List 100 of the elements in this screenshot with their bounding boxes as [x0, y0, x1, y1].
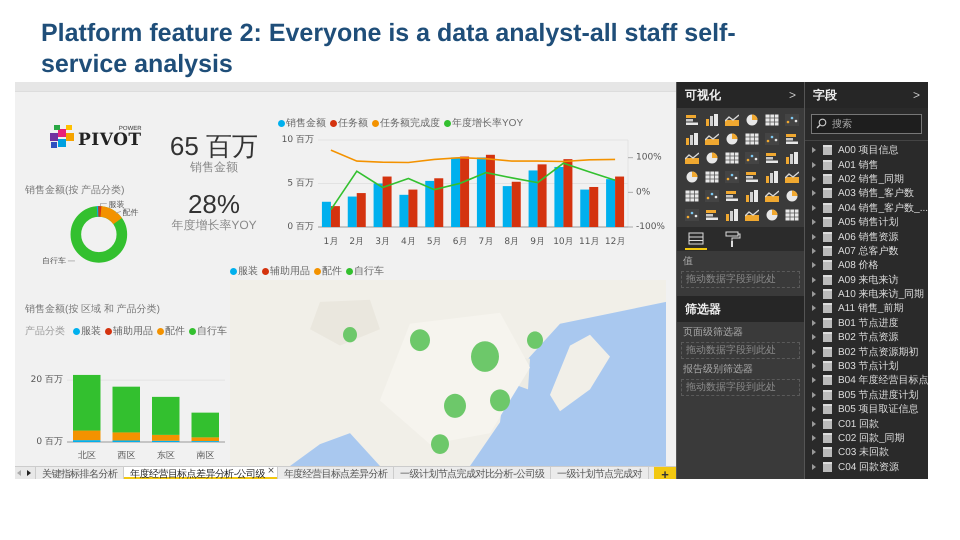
- bar-chart-icon[interactable]: [685, 114, 699, 126]
- table-icon: [823, 260, 832, 270]
- field-table-item[interactable]: A00 项目信息: [838, 143, 899, 158]
- pane-title: 筛选器: [685, 300, 721, 318]
- bar: [589, 187, 598, 228]
- axis-label: 100%: [636, 153, 662, 164]
- line-chart-icon[interactable]: [705, 133, 719, 145]
- add-page-button[interactable]: +: [654, 467, 676, 479]
- close-icon[interactable]: ×: [267, 467, 275, 476]
- field-table-item[interactable]: B02 节点资源: [838, 330, 899, 344]
- line-chart-icon[interactable]: [745, 209, 759, 221]
- axis-label: 5月: [426, 237, 442, 248]
- chart-label: 配件: [122, 208, 139, 217]
- axis-label: 4月: [401, 237, 416, 248]
- pane-title: 字段: [813, 86, 837, 104]
- table-icon[interactable]: [705, 171, 719, 183]
- bar: [374, 184, 383, 228]
- scatter-chart-icon[interactable]: [785, 114, 799, 126]
- field-table-item[interactable]: B03 节点计划: [838, 359, 899, 374]
- axis-label: 2月: [349, 237, 364, 248]
- bar-chart-icon[interactable]: [765, 152, 779, 164]
- pie-chart-icon[interactable]: [725, 133, 739, 145]
- kpi-label: 年度增长率YOY: [171, 218, 257, 232]
- column-chart-icon[interactable]: [725, 209, 739, 221]
- legend-label: 辅助用品: [270, 264, 310, 278]
- column-chart-icon[interactable]: [685, 133, 699, 145]
- field-table-item[interactable]: B04 年度经营目标点: [838, 373, 928, 388]
- axis-label: 5 百万: [287, 178, 314, 189]
- column-chart-icon[interactable]: [785, 152, 799, 164]
- bar: [580, 190, 590, 228]
- field-table-item[interactable]: B05 节点进度计划: [838, 388, 919, 402]
- search-field[interactable]: 搜索: [811, 114, 922, 134]
- leader-line: [68, 260, 76, 262]
- axis-label: 0%: [636, 188, 650, 198]
- table-icon: [823, 289, 832, 300]
- field-table-item[interactable]: A10 来电来访_同期: [838, 287, 924, 302]
- scatter-chart-icon[interactable]: [705, 190, 719, 202]
- pane-title: 可视化: [685, 86, 721, 104]
- legend-label: 配件: [165, 325, 185, 338]
- column-chart-icon[interactable]: [765, 171, 779, 183]
- legend-label: 服装: [81, 324, 101, 338]
- field-table-item[interactable]: A03 销售_客户数: [838, 186, 914, 200]
- bar-chart-icon[interactable]: [785, 133, 799, 145]
- field-table-item[interactable]: A11 销售_前期: [838, 301, 904, 316]
- field-table-item[interactable]: A04 销售_客户数_...: [838, 200, 928, 215]
- leader-line: [115, 211, 122, 214]
- pie-chart-icon[interactable]: [705, 152, 719, 164]
- table-icon: [823, 404, 832, 414]
- bar: [460, 156, 470, 228]
- line-chart-icon[interactable]: [685, 152, 699, 164]
- field-table-item[interactable]: A05 销售计划: [838, 215, 899, 230]
- table-icon: [823, 390, 832, 400]
- table-icon: [823, 361, 832, 372]
- table-icon[interactable]: [745, 133, 759, 145]
- pie-chart-icon[interactable]: [685, 171, 699, 183]
- scatter-chart-icon[interactable]: [685, 209, 699, 221]
- collapse-button[interactable]: >: [788, 88, 796, 102]
- pie-chart-icon[interactable]: [745, 114, 759, 126]
- pie-chart-icon[interactable]: [765, 209, 779, 221]
- field-table-item[interactable]: A01 销售: [838, 158, 879, 172]
- line-chart-icon[interactable]: [765, 190, 779, 202]
- field-table-item[interactable]: C02 回款_同期: [838, 431, 905, 445]
- field-table-item[interactable]: C04 回款资源: [838, 460, 900, 474]
- axis-label: 6月: [452, 237, 468, 248]
- scatter-chart-icon[interactable]: [725, 171, 739, 183]
- table-icon[interactable]: [785, 209, 799, 221]
- bar: [382, 177, 392, 228]
- pie-chart-icon[interactable]: [785, 190, 799, 202]
- axis-label: 0 百万: [287, 222, 314, 232]
- field-table-item[interactable]: A06 销售资源: [838, 230, 899, 244]
- field-table-item[interactable]: A09 来电来访: [838, 272, 899, 287]
- chart-title: 销售金额(按 区域 和 产品分类): [25, 302, 160, 316]
- axis-label: 10 百万: [282, 135, 314, 146]
- scatter-chart-icon[interactable]: [765, 133, 779, 145]
- axis-label: 西区: [117, 451, 136, 462]
- legend-label: 年度增长率YOY: [452, 116, 524, 130]
- axis-label: 3月: [375, 237, 390, 248]
- field-table-item[interactable]: C03 未回款: [838, 445, 890, 460]
- slide-title: Platform feature 2: Everyone is a data analyst-all staff self-service analysis: [40, 18, 737, 80]
- table-icon[interactable]: [685, 190, 699, 202]
- field-table-item[interactable]: B05 项目取证信息: [838, 402, 919, 416]
- table-icon[interactable]: [725, 152, 739, 164]
- bar-chart-icon[interactable]: [725, 190, 739, 202]
- bar-chart-icon[interactable]: [705, 209, 719, 221]
- field-table-item[interactable]: B01 节点进度: [838, 316, 899, 330]
- line-chart-icon[interactable]: [725, 114, 739, 126]
- field-table-item[interactable]: C01 回款: [838, 416, 880, 431]
- collapse-button[interactable]: >: [912, 88, 920, 102]
- scatter-chart-icon[interactable]: [745, 152, 759, 164]
- field-table-item[interactable]: A08 价格: [838, 258, 879, 272]
- column-chart-icon[interactable]: [705, 114, 719, 126]
- bar: [408, 190, 418, 228]
- field-table-item[interactable]: A07 总客户数: [838, 244, 899, 258]
- bar: [528, 170, 538, 228]
- bar-chart-icon[interactable]: [745, 171, 759, 183]
- column-chart-icon[interactable]: [745, 190, 759, 202]
- line-chart-icon[interactable]: [785, 171, 799, 183]
- table-icon[interactable]: [765, 114, 779, 126]
- field-table-item[interactable]: A02 销售_同期: [838, 172, 904, 186]
- field-table-item[interactable]: B02 节点资源期初: [838, 344, 919, 359]
